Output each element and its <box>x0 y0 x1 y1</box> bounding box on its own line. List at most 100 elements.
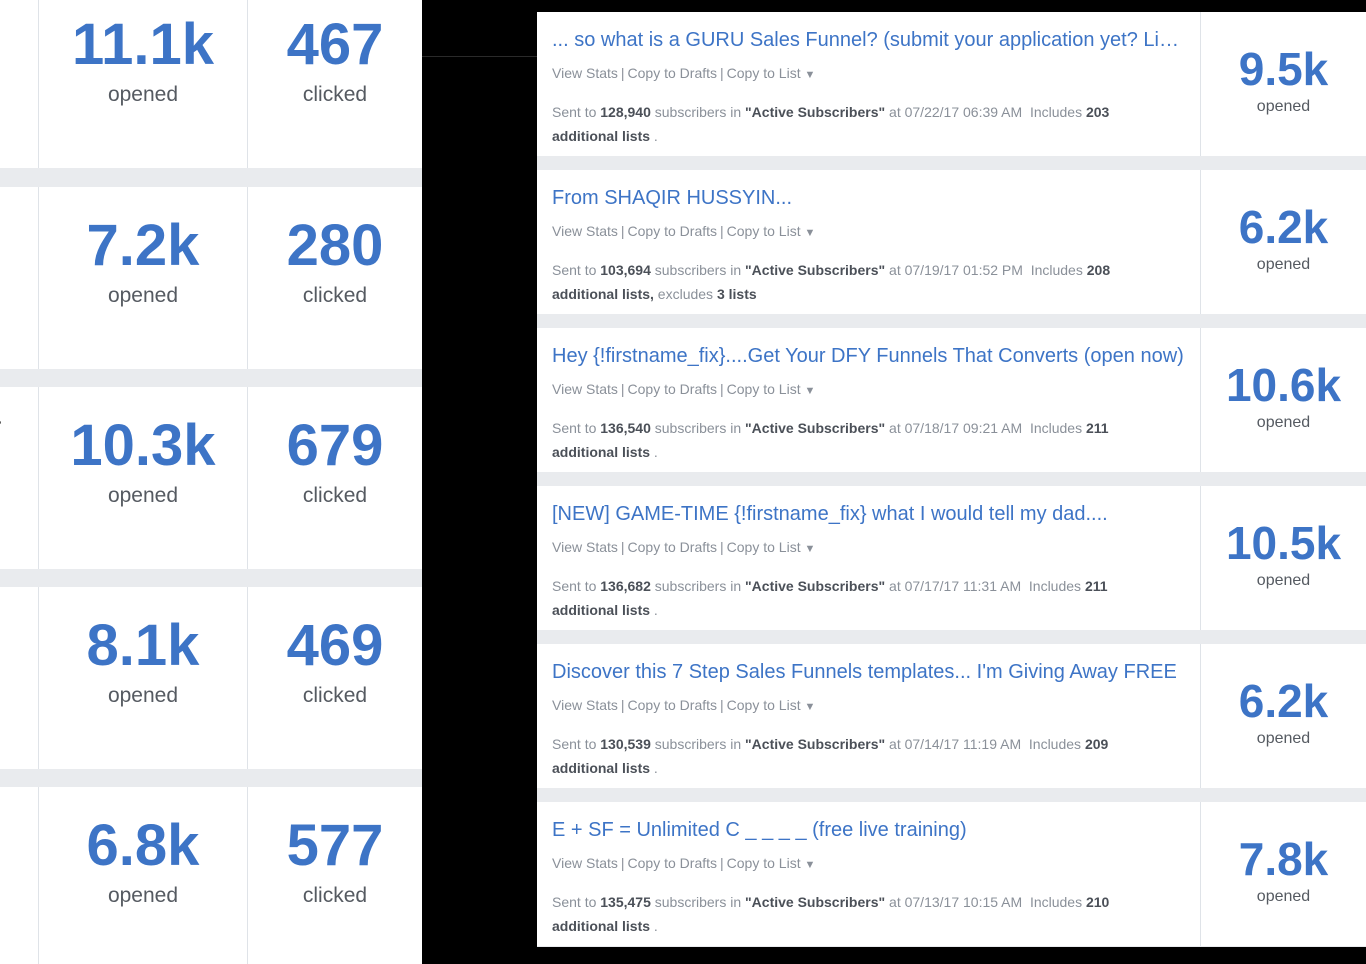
copy-to-list-dropdown[interactable]: Copy to List ▼ <box>727 539 816 555</box>
action-separator: | <box>720 223 724 239</box>
broadcast-subject-link[interactable]: [NEW] GAME-TIME {!firstname_fix} what I … <box>552 500 1184 528</box>
view-stats-link[interactable]: View Stats <box>552 539 618 555</box>
copy-to-list-dropdown[interactable]: Copy to List ▼ <box>727 697 816 713</box>
clicked-label: clicked <box>302 684 368 707</box>
copy-to-list-dropdown[interactable]: Copy to List ▼ <box>727 855 816 871</box>
action-separator: | <box>620 855 625 871</box>
action-separator: | <box>720 697 724 713</box>
includes-count: 210 <box>1085 894 1110 910</box>
stats-cell-previous <box>0 0 39 168</box>
opened-count: 10.5k <box>1225 517 1342 569</box>
action-separator: | <box>720 65 724 81</box>
broadcast-actions: View Stats | Copy to Drafts | Copy to List ▼ <box>552 854 1184 874</box>
subscriber-count: 130,539 <box>600 736 651 752</box>
at-text: at <box>889 578 901 594</box>
opened-label: opened <box>107 284 179 307</box>
caret-down-icon: ▼ <box>804 543 816 555</box>
view-stats-link[interactable]: View Stats <box>552 855 618 871</box>
excludes-group: excludes 3 lists <box>658 286 757 302</box>
clicked-cell[interactable]: 467 clicked <box>248 0 422 168</box>
broadcast-actions: View Stats | Copy to Drafts | Copy to List ▼ <box>552 64 1184 84</box>
copy-to-drafts-link[interactable]: Copy to Drafts <box>628 381 717 397</box>
broadcast-opened-cell[interactable]: 10.5k opened <box>1201 486 1366 630</box>
stats-cell-previous <box>0 587 39 769</box>
view-stats-link[interactable]: View Stats <box>552 223 618 239</box>
sent-summary: Sent to 136,682 subscribers in "Active S… <box>552 574 1152 622</box>
action-separator: | <box>620 539 625 555</box>
opened-cell[interactable]: 11.1k opened <box>39 0 248 168</box>
includes-count: 208 <box>1086 262 1111 278</box>
broadcast-row: From SHAQIR HUSSYIN... View Stats | Copy t… <box>537 170 1366 314</box>
clicked-label: clicked <box>302 884 368 907</box>
stats-cell-previous <box>0 787 39 964</box>
left-stats-panel: 11.1k opened 467 clicked 7.2k opened 280… <box>0 0 422 964</box>
copy-to-drafts-link[interactable]: Copy to Drafts <box>628 539 717 555</box>
opened-label: opened <box>1256 414 1311 431</box>
broadcast-subject-link[interactable]: ... so what is a GURU Sales Funnel? (sub… <box>552 26 1184 54</box>
broadcast-opened-cell[interactable]: 7.8k opened <box>1201 802 1366 946</box>
copy-to-list-label: Copy to List <box>726 381 801 397</box>
subscribers-in-text: subscribers in <box>654 736 742 752</box>
includes-count: 211 <box>1085 420 1109 436</box>
clicked-cell[interactable]: 469 clicked <box>248 587 422 769</box>
broadcast-opened-cell[interactable]: 6.2k opened <box>1201 644 1366 788</box>
opened-cell[interactable]: 6.8k opened <box>39 787 248 964</box>
broadcast-opened-cell[interactable]: 6.2k opened <box>1201 170 1366 314</box>
caret-down-icon: ▼ <box>804 227 816 239</box>
opened-label: opened <box>1256 730 1311 747</box>
clicked-label: clicked <box>302 284 368 307</box>
includes-text: Includes <box>1029 894 1083 910</box>
broadcast-opened-cell[interactable]: 10.6k opened <box>1201 328 1366 472</box>
sent-to-text: Sent to <box>552 420 597 436</box>
copy-to-drafts-link[interactable]: Copy to Drafts <box>628 223 717 239</box>
opened-count: 10.6k <box>1225 359 1342 411</box>
caret-down-icon: ▼ <box>804 385 816 397</box>
sent-datetime: 07/22/17 06:39 AM <box>904 104 1023 120</box>
opened-count: 8.1k <box>86 613 200 678</box>
broadcast-actions: View Stats | Copy to Drafts | Copy to List ▼ <box>552 222 1184 242</box>
clicked-cell[interactable]: 280 clicked <box>248 187 422 369</box>
action-separator: | <box>720 855 724 871</box>
view-stats-link[interactable]: View Stats <box>552 381 618 397</box>
at-text: at <box>889 104 901 120</box>
opened-label: opened <box>1256 98 1311 115</box>
clicked-cell[interactable]: 577 clicked <box>248 787 422 964</box>
opened-cell[interactable]: 7.2k opened <box>39 187 248 369</box>
opened-count: 11.1k <box>72 12 214 77</box>
view-stats-link[interactable]: View Stats <box>552 65 618 81</box>
broadcast-subject-link[interactable]: E + SF = Unlimited C _ _ _ _ (free live … <box>552 816 1184 844</box>
list-name: "Active Subscribers" <box>745 736 886 752</box>
broadcast-info: Hey {!firstname_fix}....Get Your DFY Fun… <box>537 328 1201 472</box>
sent-datetime: 07/17/17 11:31 AM <box>904 578 1022 594</box>
clicked-cell[interactable]: 679 clicked <box>248 387 422 569</box>
copy-to-drafts-link[interactable]: Copy to Drafts <box>628 855 717 871</box>
copy-to-list-dropdown[interactable]: Copy to List ▼ <box>727 65 816 81</box>
broadcast-opened-cell[interactable]: 9.5k opened <box>1201 12 1366 156</box>
action-separator: | <box>620 223 625 239</box>
broadcast-row: Hey {!firstname_fix}....Get Your DFY Fun… <box>537 328 1366 472</box>
action-separator: | <box>620 697 625 713</box>
copy-to-list-dropdown[interactable]: Copy to List ▼ <box>727 223 816 239</box>
subscribers-in-text: subscribers in <box>654 578 742 594</box>
subscriber-count: 136,540 <box>600 420 651 436</box>
broadcast-subject-link[interactable]: From SHAQIR HUSSYIN... <box>552 184 1184 212</box>
broadcast-actions: View Stats | Copy to Drafts | Copy to List ▼ <box>552 696 1184 716</box>
sentence-tail: . <box>650 444 658 460</box>
opened-cell[interactable]: 8.1k opened <box>39 587 248 769</box>
broadcast-row: E + SF = Unlimited C _ _ _ _ (free live … <box>537 802 1366 946</box>
opened-label: opened <box>107 484 179 507</box>
view-stats-link[interactable]: View Stats <box>552 697 618 713</box>
includes-count: 211 <box>1084 578 1108 594</box>
additional-lists-text: additional lists <box>552 602 651 618</box>
copy-to-drafts-link[interactable]: Copy to Drafts <box>628 65 717 81</box>
list-name: "Active Subscribers" <box>745 894 886 910</box>
sentence-tail: . <box>650 760 658 776</box>
opened-label: opened <box>107 684 179 707</box>
copy-to-list-dropdown[interactable]: Copy to List ▼ <box>727 381 816 397</box>
copy-to-drafts-link[interactable]: Copy to Drafts <box>628 697 717 713</box>
broadcast-subject-link[interactable]: Discover this 7 Step Sales Funnels templ… <box>552 658 1184 686</box>
sent-datetime: 07/14/17 11:19 AM <box>904 736 1022 752</box>
list-name: "Active Subscribers" <box>745 104 886 120</box>
opened-cell[interactable]: 10.3k opened <box>39 387 248 569</box>
broadcast-subject-link[interactable]: Hey {!firstname_fix}....Get Your DFY Fun… <box>552 342 1184 370</box>
